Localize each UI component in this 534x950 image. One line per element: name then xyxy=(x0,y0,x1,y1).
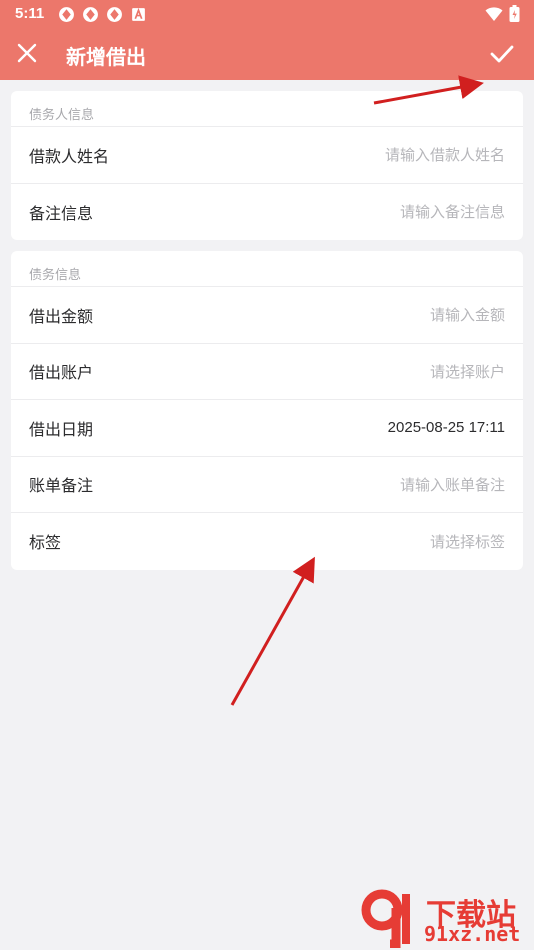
annotation-arrow-bottom xyxy=(230,556,315,706)
section-header-debt: 债务信息 xyxy=(11,251,523,287)
remark-input[interactable]: 请输入备注信息 xyxy=(400,201,505,222)
row-label: 标签 xyxy=(29,535,62,553)
tag-select[interactable]: 请选择标签 xyxy=(430,531,505,552)
amount-row[interactable]: 借出金额 请输入金额 xyxy=(11,287,523,344)
status-right-icons xyxy=(485,5,520,22)
row-label: 借出日期 xyxy=(29,421,94,439)
account-select[interactable]: 请选择账户 xyxy=(430,361,505,382)
watermark: 下载站 91xz.net xyxy=(360,888,530,948)
debtor-info-card: 债务人信息 借款人姓名 请输入借款人姓名 备注信息 请输入备注信息 xyxy=(11,91,523,240)
row-label: 借出账户 xyxy=(29,365,94,383)
debt-info-card: 债务信息 借出金额 请输入金额 借出账户 请选择账户 借出日期 2025-08-… xyxy=(11,251,523,570)
battery-icon xyxy=(509,5,520,22)
row-label: 借出金额 xyxy=(29,308,94,326)
app-notification-icon xyxy=(59,7,74,22)
date-row[interactable]: 借出日期 2025-08-25 17:11 xyxy=(11,400,523,457)
date-value[interactable]: 2025-08-25 17:11 xyxy=(388,419,505,436)
row-label: 备注信息 xyxy=(29,205,94,223)
amount-input[interactable]: 请输入金额 xyxy=(430,304,505,325)
account-row[interactable]: 借出账户 请选择账户 xyxy=(11,344,523,400)
row-label: 账单备注 xyxy=(29,478,94,496)
app-bar: 新增借出 xyxy=(0,28,534,80)
app-notification-icon xyxy=(107,7,122,22)
tag-row[interactable]: 标签 请选择标签 xyxy=(11,513,523,570)
check-icon[interactable] xyxy=(488,40,516,68)
bill-remark-input[interactable]: 请输入账单备注 xyxy=(400,474,505,495)
section-header-debtor: 债务人信息 xyxy=(11,91,523,127)
wifi-icon xyxy=(485,6,503,21)
status-time: 5:11 xyxy=(15,5,45,22)
status-notification-icons xyxy=(58,6,147,23)
close-icon[interactable] xyxy=(14,40,40,66)
page-title: 新增借出 xyxy=(66,47,146,69)
borrower-name-row[interactable]: 借款人姓名 请输入借款人姓名 xyxy=(11,127,523,184)
remark-row[interactable]: 备注信息 请输入备注信息 xyxy=(11,184,523,241)
a-badge-icon xyxy=(132,7,145,21)
row-label: 借款人姓名 xyxy=(29,148,110,166)
status-bar: 5:11 xyxy=(0,0,534,28)
borrower-name-input[interactable]: 请输入借款人姓名 xyxy=(385,144,505,165)
watermark-logo-icon xyxy=(361,889,410,948)
watermark-domain: 91xz.net xyxy=(424,922,521,946)
app-notification-icon xyxy=(83,7,98,22)
bill-remark-row[interactable]: 账单备注 请输入账单备注 xyxy=(11,457,523,513)
